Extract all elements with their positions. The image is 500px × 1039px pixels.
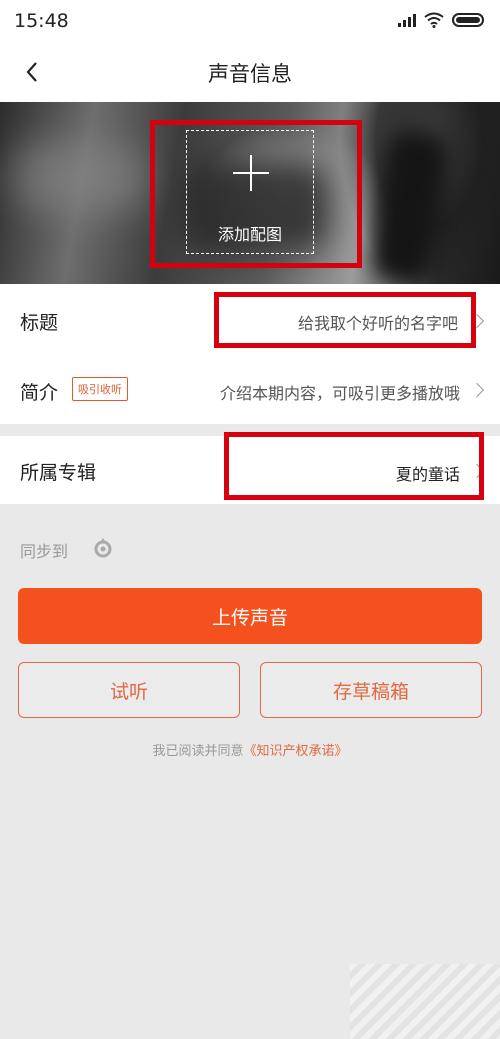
cover-image — [10, 142, 150, 212]
agreement-link[interactable]: 《知识产权承诺》 — [244, 744, 348, 759]
chevron-right-icon — [469, 382, 485, 398]
sync-platform-icon[interactable] — [92, 536, 114, 558]
highlight-box-title — [214, 292, 476, 348]
agreement-text: 我已阅读并同意《知识产权承诺》 — [0, 740, 500, 759]
watermark — [350, 964, 500, 1039]
preview-button[interactable]: 试听 — [18, 662, 240, 718]
upload-button[interactable]: 上传声音 — [18, 588, 482, 644]
page-title: 声音信息 — [208, 62, 292, 86]
status-time: 15:48 — [14, 10, 69, 32]
wifi-icon — [424, 12, 444, 28]
battery-icon — [452, 13, 484, 27]
highlight-box-cover — [150, 120, 362, 268]
signal-icon — [398, 13, 416, 27]
title-label: 标题 — [20, 312, 59, 334]
intro-label: 简介 — [20, 382, 59, 404]
save-draft-button[interactable]: 存草稿箱 — [260, 662, 482, 718]
status-icons — [398, 12, 484, 28]
intro-input[interactable]: 介绍本期内容，可吸引更多播放哦 — [220, 380, 460, 404]
intro-row[interactable]: 简介 吸引收听 介绍本期内容，可吸引更多播放哦 — [0, 356, 500, 424]
nav-bar: 声音信息 — [0, 42, 500, 102]
status-bar: 15:48 — [0, 0, 500, 42]
agreement-prefix: 我已阅读并同意 — [152, 744, 244, 759]
sync-label: 同步到 — [20, 542, 69, 561]
intro-tag-badge: 吸引收听 — [72, 377, 128, 401]
highlight-box-album — [224, 432, 484, 500]
album-label: 所属专辑 — [20, 462, 97, 484]
